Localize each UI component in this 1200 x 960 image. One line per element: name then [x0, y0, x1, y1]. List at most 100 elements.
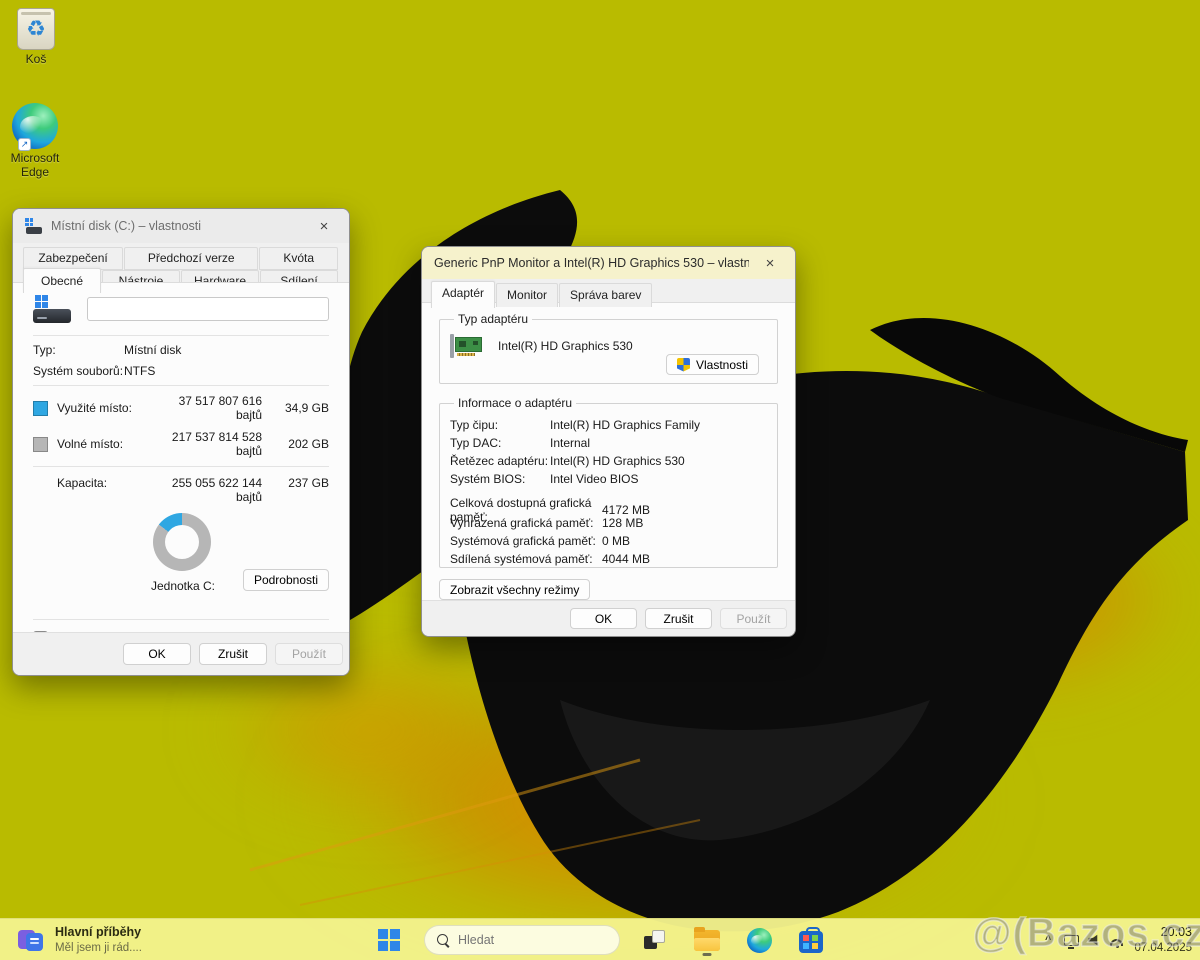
- widgets-button[interactable]: Hlavní příběhy Měl jsem ji rád....: [10, 922, 148, 958]
- disk-dialog-title: Místní disk (C:) – vlastnosti: [51, 219, 303, 233]
- tab-obecne[interactable]: Obecné: [23, 268, 101, 293]
- tab-sprava-barev[interactable]: Správa barev: [559, 283, 652, 307]
- info-label: Typ DAC:: [450, 436, 550, 450]
- capacity-row: Kapacita: 255 055 622 144 bajtů 237 GB: [33, 476, 329, 504]
- info-label: Řetězec adaptéru:: [450, 454, 550, 468]
- memory-row: Sdílená systémová paměť:4044 MB: [450, 550, 767, 568]
- used-legend-swatch: [33, 401, 48, 416]
- system-tray: ^ 20:03 07.04.2025: [1041, 919, 1192, 960]
- gpu-dialog-footer: OK Zrušit Použít: [422, 600, 795, 636]
- adapter-name: Intel(R) HD Graphics 530: [498, 339, 633, 353]
- task-view-icon: [643, 928, 667, 952]
- memory-row: Celková dostupná grafická paměť:4172 MB: [450, 496, 767, 514]
- show-all-modes-button[interactable]: Zobrazit všechny režimy: [439, 579, 590, 600]
- clock-time: 20:03: [1134, 924, 1192, 940]
- disk-dialog-titlebar[interactable]: Místní disk (C:) – vlastnosti ×: [13, 209, 349, 243]
- gpu-dialog-titlebar[interactable]: Generic PnP Monitor a Intel(R) HD Graphi…: [422, 247, 795, 279]
- free-bytes: 217 537 814 528 bajtů: [158, 430, 262, 458]
- edge-label: Microsoft Edge: [3, 152, 67, 180]
- adapter-properties-label: Vlastnosti: [696, 358, 748, 372]
- running-indicator: [703, 953, 712, 956]
- tab-predchozi-verze[interactable]: Předchozí verze: [124, 247, 258, 270]
- apply-button[interactable]: Použít: [720, 608, 787, 629]
- drive-icon: [33, 295, 73, 323]
- task-view-button[interactable]: [638, 923, 672, 957]
- widgets-headline: Hlavní příběhy: [55, 925, 142, 941]
- info-label: Systém BIOS:: [450, 472, 550, 486]
- display-tray-icon[interactable]: [1064, 935, 1079, 946]
- memory-row: Vyhrazená grafická paměť:128 MB: [450, 514, 767, 532]
- memory-value: 0 MB: [602, 534, 767, 548]
- close-icon[interactable]: ×: [311, 218, 337, 235]
- volume-label-input[interactable]: [87, 297, 329, 321]
- hidden-icons-chevron[interactable]: ^: [1041, 930, 1055, 950]
- close-icon[interactable]: ×: [757, 255, 783, 272]
- memory-value: 128 MB: [602, 516, 767, 530]
- used-space-row: Využité místo: 37 517 807 616 bajtů 34,9…: [33, 394, 329, 422]
- uac-shield-icon: [677, 358, 690, 372]
- adapter-properties-button[interactable]: Vlastnosti: [666, 354, 759, 375]
- free-space-row: Volné místo: 217 537 814 528 bajtů 202 G…: [33, 430, 329, 458]
- volume-icon[interactable]: [1088, 934, 1101, 946]
- info-value: Intel Video BIOS: [550, 472, 767, 486]
- adapter-type-group-title: Typ adaptéru: [454, 312, 532, 326]
- details-button[interactable]: Podrobnosti: [243, 569, 329, 591]
- capacity-bytes: 255 055 622 144 bajtů: [158, 476, 262, 504]
- gpu-card-icon: [450, 334, 484, 358]
- info-value: Intel(R) HD Graphics 530: [550, 454, 767, 468]
- apply-button[interactable]: Použít: [275, 643, 343, 665]
- ok-button[interactable]: OK: [570, 608, 637, 629]
- search-input[interactable]: [458, 933, 588, 947]
- tab-kvota[interactable]: Kvóta: [259, 247, 338, 270]
- ok-button[interactable]: OK: [123, 643, 191, 665]
- microsoft-store-icon: [799, 931, 823, 953]
- info-row: Typ čipu:Intel(R) HD Graphics Family: [450, 416, 767, 434]
- free-legend-swatch: [33, 437, 48, 452]
- desktop-icon-edge[interactable]: ↗ Microsoft Edge: [3, 103, 67, 180]
- taskbar-clock[interactable]: 20:03 07.04.2025: [1134, 924, 1192, 955]
- free-label: Volné místo:: [57, 437, 149, 451]
- memory-label: Systémová grafická paměť:: [450, 534, 602, 548]
- edge-icon: [747, 928, 772, 953]
- recycle-bin-label: Koš: [4, 53, 68, 67]
- memory-row: Systémová grafická paměť:0 MB: [450, 532, 767, 550]
- file-explorer-button[interactable]: [690, 923, 724, 957]
- cancel-button[interactable]: Zrušit: [645, 608, 712, 629]
- filesystem-label: Systém souborů:: [33, 364, 124, 378]
- store-button[interactable]: [794, 923, 828, 957]
- start-button[interactable]: [372, 923, 406, 957]
- used-label: Využité místo:: [57, 401, 149, 415]
- disk-usage-donut-chart: [153, 513, 211, 571]
- tab-monitor[interactable]: Monitor: [496, 283, 558, 307]
- network-icon[interactable]: [1110, 939, 1123, 946]
- recycle-icon: ♻: [26, 18, 46, 40]
- capacity-size: 237 GB: [271, 476, 329, 504]
- drive-small-icon: [25, 218, 43, 234]
- drive-letter-label: Jednotka C:: [133, 579, 233, 593]
- free-size: 202 GB: [271, 437, 329, 451]
- desktop-icon-recycle-bin[interactable]: ♻ Koš: [4, 8, 68, 67]
- memory-value: 4044 MB: [602, 552, 767, 566]
- info-label: Typ čipu:: [450, 418, 550, 432]
- disk-general-page: Typ:Místní disk Systém souborů:NTFS Využ…: [13, 282, 349, 632]
- file-explorer-icon: [694, 930, 720, 951]
- used-size: 34,9 GB: [271, 401, 329, 415]
- tab-adapter[interactable]: Adaptér: [431, 281, 495, 308]
- gpu-dialog-title: Generic PnP Monitor a Intel(R) HD Graphi…: [434, 256, 749, 270]
- windows-logo-icon: [378, 929, 400, 951]
- tab-zabezpeceni[interactable]: Zabezpečení: [23, 247, 123, 270]
- info-value: Internal: [550, 436, 767, 450]
- desktop: ♻ Koš ↗ Microsoft Edge Místní disk (C:) …: [0, 0, 1200, 960]
- widgets-icon: [16, 925, 46, 955]
- taskbar: Hlavní příběhy Měl jsem ji rád....: [0, 918, 1200, 960]
- shortcut-arrow-icon: ↗: [18, 138, 31, 151]
- widgets-subheadline: Měl jsem ji rád....: [55, 941, 142, 955]
- memory-value: 4172 MB: [602, 503, 767, 517]
- edge-taskbar-button[interactable]: [742, 923, 776, 957]
- search-icon: [437, 934, 450, 947]
- adapter-info-group-title: Informace o adaptéru: [454, 396, 576, 410]
- cancel-button[interactable]: Zrušit: [199, 643, 267, 665]
- disk-dialog-footer: OK Zrušit Použít: [13, 632, 349, 675]
- info-row: Řetězec adaptéru:Intel(R) HD Graphics 53…: [450, 452, 767, 470]
- taskbar-search[interactable]: [424, 925, 620, 955]
